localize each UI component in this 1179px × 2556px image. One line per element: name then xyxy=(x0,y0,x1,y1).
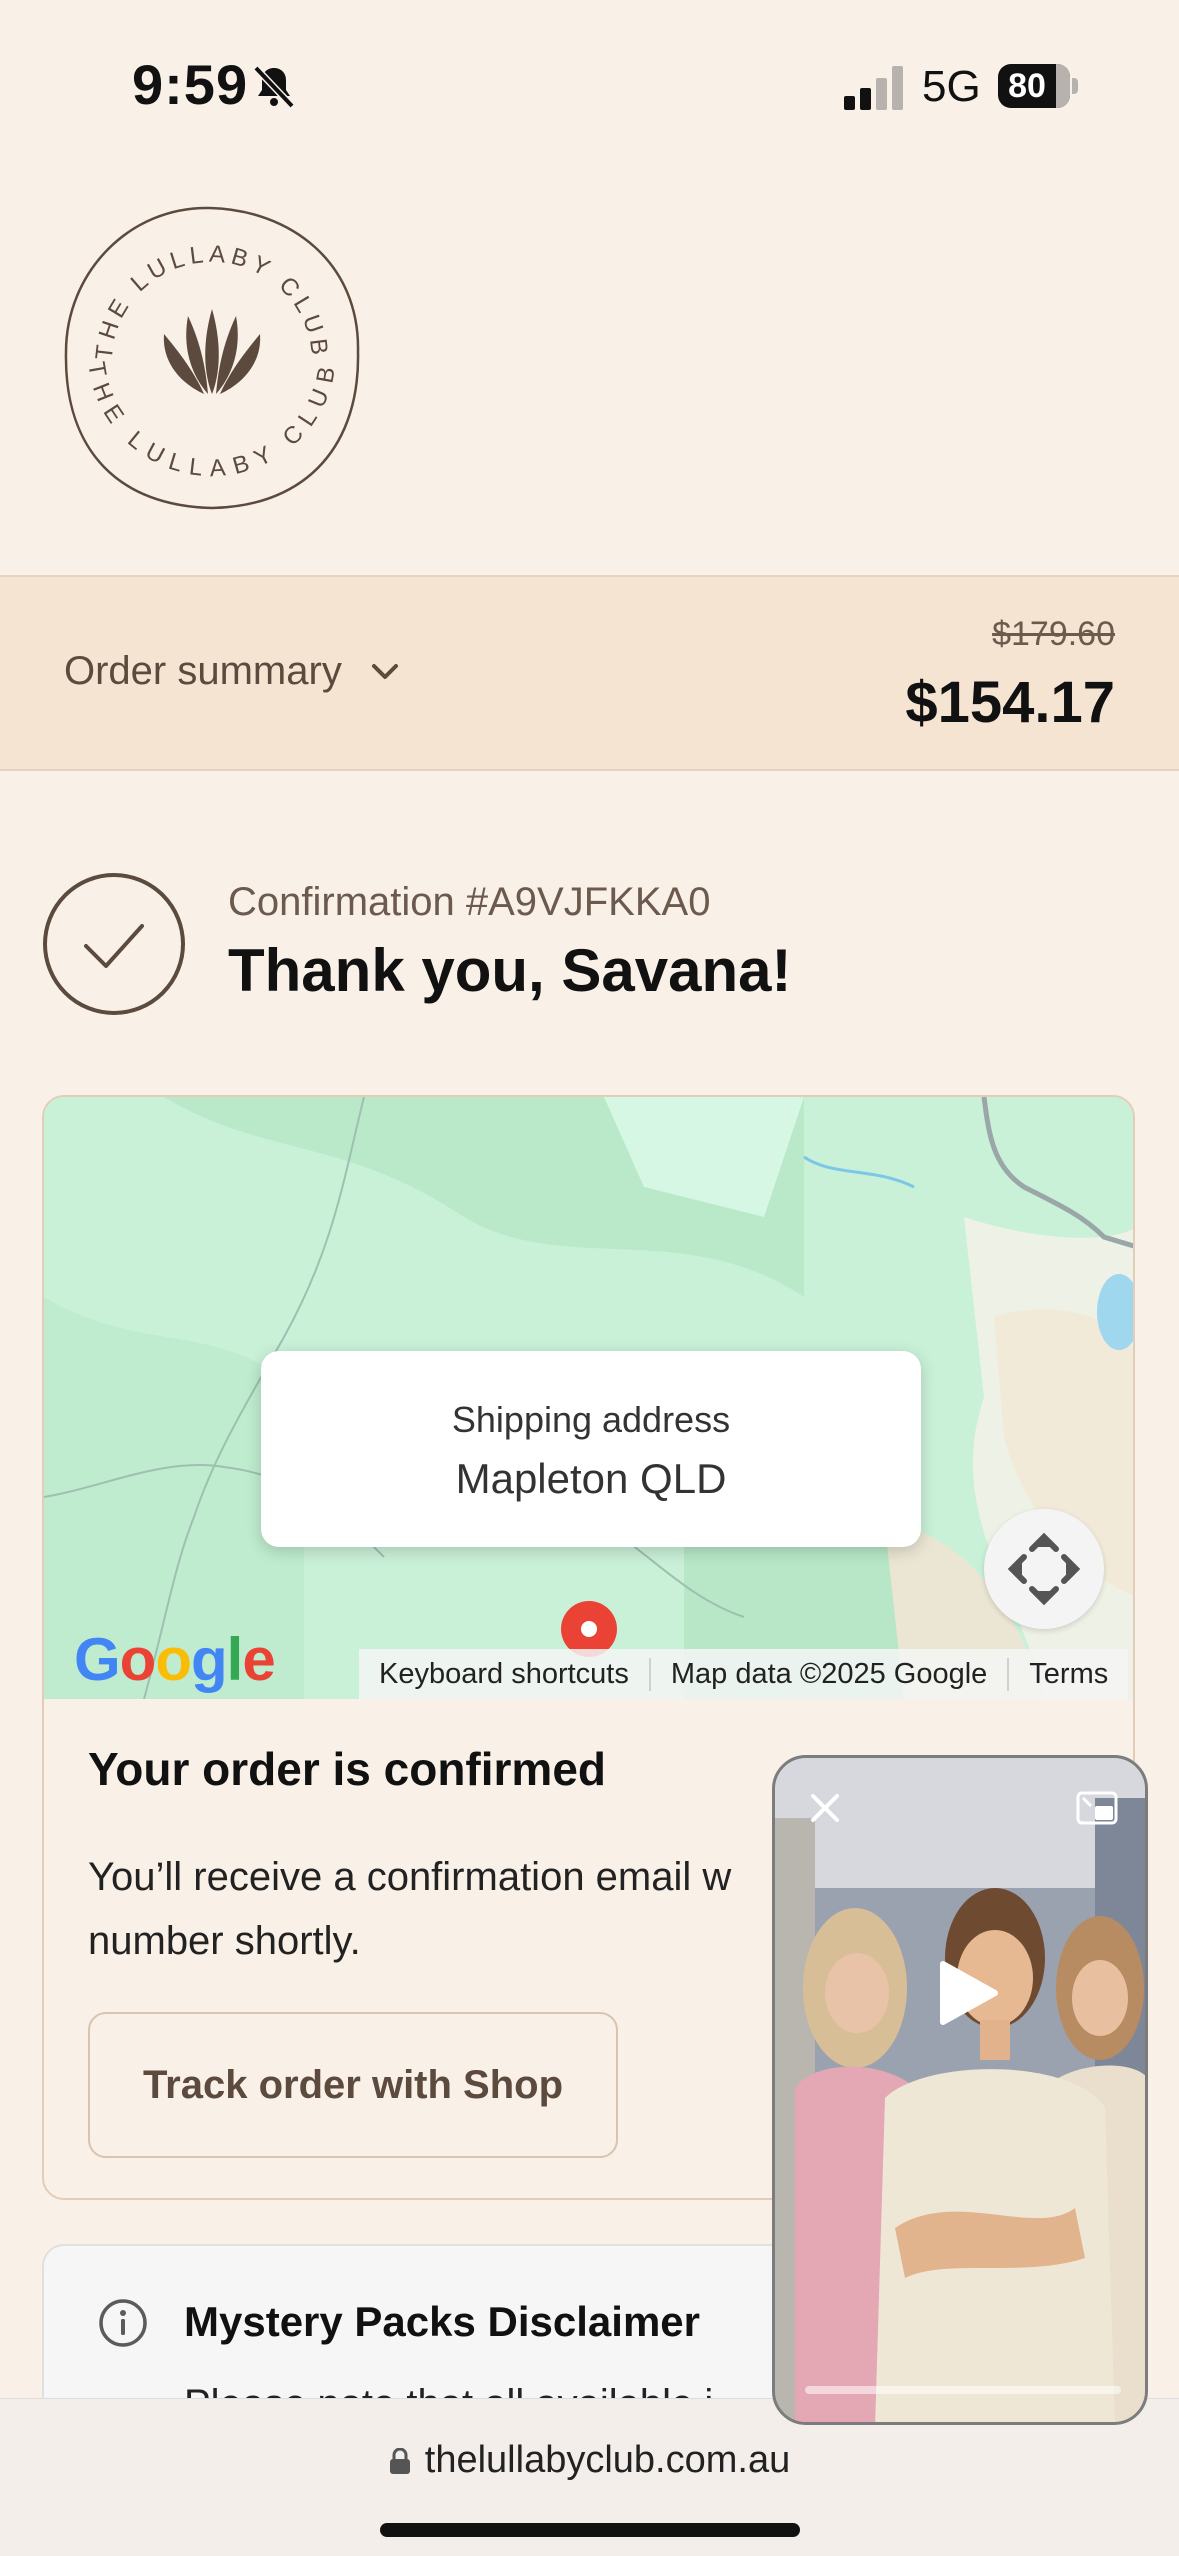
shipping-label: Shipping address xyxy=(451,1399,731,1440)
bell-slash-icon xyxy=(253,65,295,109)
url-text: thelullabyclub.com.au xyxy=(424,2439,791,2481)
shipping-address-popup: Shipping address Mapleton QLD xyxy=(261,1351,921,1547)
shipping-map[interactable]: Shipping address Mapleton QLD Google Key xyxy=(44,1097,1133,1699)
map-data-credit: Map data ©2025 Google xyxy=(651,1657,1010,1691)
checkmark-circle-icon xyxy=(43,873,185,1015)
lullaby-club-logo[interactable]: THE LULLABY CLUB THE LULLABY CLUB xyxy=(60,202,364,512)
chevron-down-icon xyxy=(371,663,398,679)
video-progress-bar[interactable] xyxy=(805,2386,1121,2394)
floating-video-player[interactable] xyxy=(772,1755,1148,2425)
fullscreen-arrows-icon[interactable] xyxy=(984,1509,1104,1629)
video-frame xyxy=(775,1758,1145,2422)
battery-level: 80 xyxy=(1008,67,1046,105)
order-summary-label: Order summary xyxy=(64,649,342,693)
terms-link[interactable]: Terms xyxy=(1009,1658,1128,1691)
keyboard-shortcuts-link[interactable]: Keyboard shortcuts xyxy=(359,1657,651,1691)
home-indicator[interactable] xyxy=(380,2523,800,2537)
status-time: 9:59 xyxy=(132,53,249,116)
track-order-button[interactable]: Track order with Shop xyxy=(88,2012,618,2158)
play-icon[interactable] xyxy=(935,1958,1001,2028)
page-title: Thank you, Savana! xyxy=(228,937,792,1004)
order-summary-toggle[interactable]: Order summary xyxy=(64,649,400,694)
order-confirmed-title: Your order is confirmed xyxy=(88,1743,607,1795)
network-type: 5G xyxy=(922,62,981,111)
order-summary-bar: Order summary $179.60 $154.17 xyxy=(0,575,1179,771)
picture-in-picture-icon[interactable] xyxy=(1075,1788,1119,1828)
map-attribution: Keyboard shortcuts Map data ©2025 Google… xyxy=(359,1649,1129,1699)
original-price: $179.60 xyxy=(992,615,1115,653)
lock-icon xyxy=(389,2448,410,2474)
close-icon[interactable] xyxy=(805,1788,845,1828)
total-price: $154.17 xyxy=(905,670,1115,735)
cellular-signal-icon xyxy=(844,66,903,110)
url-display[interactable]: thelullabyclub.com.au xyxy=(0,2439,1179,2482)
confirmation-number: Confirmation #A9VJFKKA0 xyxy=(228,880,711,924)
google-logo: Google xyxy=(74,1626,276,1693)
status-bar: 9:59 5G 80 xyxy=(0,0,1179,170)
info-icon xyxy=(99,2299,147,2347)
battery-icon: 80 xyxy=(998,64,1078,108)
shipping-address: Mapleton QLD xyxy=(455,1455,727,1502)
disclaimer-title: Mystery Packs Disclaimer xyxy=(184,2298,700,2345)
